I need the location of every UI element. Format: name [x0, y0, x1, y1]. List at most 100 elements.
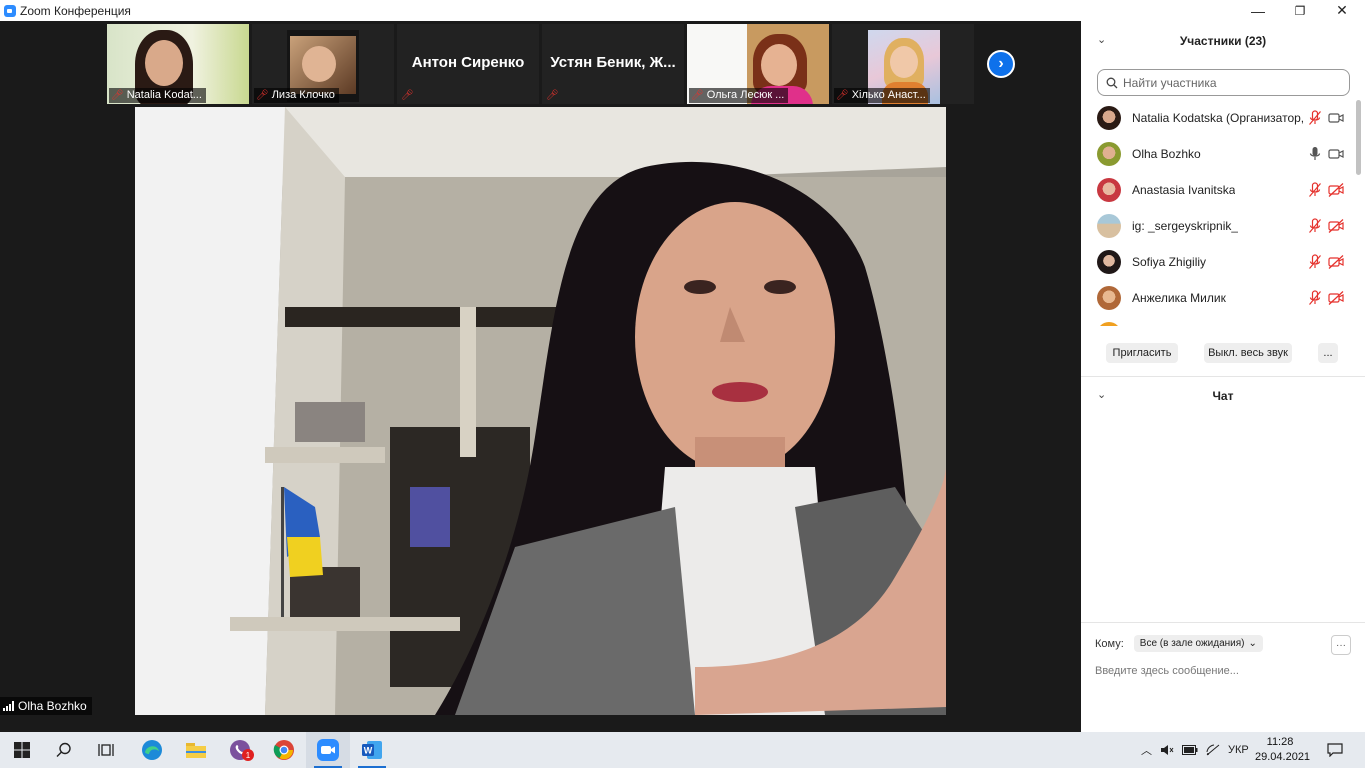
muted-mic-icon: 🎤︎ — [546, 90, 559, 101]
muted-mic-icon: 🎤︎ — [691, 90, 704, 101]
participant-thumbnail[interactable]: 🎤︎ Ольга Лесюк ... — [687, 24, 829, 104]
muted-mic-icon: 🎤︎ — [401, 90, 414, 101]
participant-row[interactable]: Анжелика Милик — [1081, 280, 1357, 316]
scrollbar-thumb[interactable] — [1356, 100, 1361, 175]
active-speaker-video — [135, 107, 946, 715]
avatar — [1097, 214, 1121, 238]
video-off-icon[interactable] — [1328, 182, 1344, 198]
more-options-button[interactable]: ... — [1318, 343, 1338, 363]
muted-mic-icon[interactable] — [1308, 218, 1322, 234]
chat-recipient-row: Кому: Все (в зале ожидания) ⌄ — [1095, 635, 1263, 652]
chat-recipient-select[interactable]: Все (в зале ожидания) ⌄ — [1133, 635, 1263, 652]
muted-mic-icon: 🎤︎ — [256, 90, 269, 101]
file-explorer-button[interactable] — [174, 732, 218, 768]
section-divider — [1081, 622, 1365, 623]
participant-search-input[interactable] — [1123, 75, 1338, 90]
chrome-app-button[interactable] — [262, 732, 306, 768]
thumbnail-name-label: 🎤︎ — [399, 88, 418, 103]
word-app-button[interactable]: W — [350, 732, 394, 768]
chevron-down-icon: ⌄ — [1248, 638, 1257, 649]
close-button[interactable]: ✕ — [1321, 0, 1363, 21]
mute-all-button[interactable]: Выкл. весь звук — [1204, 343, 1292, 363]
clock-date: 29.04.2021 — [1255, 751, 1311, 763]
taskbar: 1 W ︿ УКР 11:28 29.04.2021 — [0, 732, 1365, 768]
chat-header: ⌄ Чат — [1097, 389, 1234, 403]
minimize-button[interactable]: — — [1237, 0, 1279, 21]
chrome-browser-icon — [273, 740, 294, 760]
video-off-icon[interactable] — [1328, 218, 1344, 234]
system-tray: ︿ УКР — [1141, 732, 1249, 768]
participant-row[interactable] — [1081, 316, 1357, 326]
task-view-button[interactable] — [84, 732, 128, 768]
active-speaker-name-label: Olha Bozhko — [0, 697, 92, 715]
thumbnail-name-label: 🎤︎ Natalia Kodat... — [109, 88, 206, 103]
show-hidden-icons-chevron-icon[interactable]: ︿ — [1141, 742, 1152, 758]
avatar — [1097, 178, 1121, 202]
clock[interactable]: 11:28 29.04.2021 — [1255, 735, 1311, 765]
start-button[interactable] — [0, 732, 44, 768]
muted-mic-icon: 🎤︎ — [111, 90, 124, 101]
thumbnail-name-label: 🎤︎ — [544, 88, 563, 103]
participants-scrollbar[interactable] — [1356, 100, 1362, 326]
task-view-icon — [98, 744, 114, 756]
invite-button[interactable]: Пригласить — [1106, 343, 1178, 363]
window-title: Zoom Конференция — [20, 3, 131, 18]
folder-icon — [186, 743, 206, 758]
video-off-icon[interactable] — [1328, 290, 1344, 306]
avatar — [1097, 322, 1121, 326]
speaker-video-frame — [135, 107, 946, 715]
video-camera-icon[interactable] — [1328, 110, 1344, 126]
zoom-icon — [317, 739, 339, 761]
avatar — [1097, 106, 1121, 130]
participant-thumbnail[interactable]: 🎤︎ Хiлько Анаст... — [832, 24, 974, 104]
taskbar-search-button[interactable] — [42, 732, 86, 768]
mic-icon[interactable] — [1308, 146, 1322, 162]
input-language[interactable]: УКР — [1228, 744, 1249, 756]
participant-thumbnail[interactable]: Устян Беник, Ж... 🎤︎ — [542, 24, 684, 104]
muted-mic-icon: 🎤︎ — [836, 90, 849, 101]
chat-to-label: Кому: — [1095, 637, 1124, 650]
side-panel: ⌄ Участники (23) Natalia Kodatska (Орган… — [1081, 21, 1365, 732]
participant-thumbnail[interactable]: 🎤︎ Natalia Kodat... — [107, 24, 249, 104]
notifications-button[interactable] — [1315, 732, 1355, 768]
svg-text:W: W — [364, 746, 373, 756]
zoom-app-icon — [4, 4, 16, 17]
clock-time: 11:28 — [1266, 736, 1294, 748]
participant-row[interactable]: Anastasia Ivanitska — [1081, 172, 1357, 208]
participants-header: ⌄ Участники (23) — [1097, 34, 1267, 48]
word-icon: W — [362, 741, 382, 759]
participant-display-name: Антон Сиренко — [411, 54, 525, 71]
title-bar: Zoom Конференция — ❐ ✕ — [0, 0, 1365, 21]
participant-search — [1097, 69, 1350, 96]
muted-mic-icon[interactable] — [1308, 290, 1322, 306]
maximize-button[interactable]: ❐ — [1279, 0, 1321, 21]
participant-thumbnail[interactable]: Антон Сиренко 🎤︎ — [397, 24, 539, 104]
participant-display-name: Устян Беник, Ж... — [550, 54, 676, 71]
viber-app-button[interactable]: 1 — [218, 732, 262, 768]
battery-icon[interactable] — [1182, 745, 1198, 755]
search-icon — [1106, 77, 1118, 88]
participant-row[interactable]: Olha Bozhko — [1081, 136, 1357, 172]
participants-list: Natalia Kodatska (Организатор, я) Olha B… — [1081, 100, 1357, 326]
edge-app-button[interactable] — [130, 732, 174, 768]
windows-logo-icon — [14, 742, 30, 758]
chat-more-button[interactable]: ··· — [1331, 635, 1351, 655]
muted-mic-icon[interactable] — [1308, 182, 1322, 198]
search-icon — [56, 742, 71, 757]
avatar — [1097, 250, 1121, 274]
signal-strength-icon — [3, 701, 14, 711]
speaker-muted-icon[interactable] — [1160, 744, 1174, 756]
chat-message-input[interactable] — [1095, 661, 1351, 681]
video-off-icon[interactable] — [1328, 254, 1344, 270]
network-icon[interactable] — [1206, 744, 1220, 756]
edge-browser-icon — [142, 740, 162, 760]
participant-row[interactable]: Natalia Kodatska (Организатор, я) — [1081, 100, 1357, 136]
participant-row[interactable]: Sofiya Zhigiliy — [1081, 244, 1357, 280]
video-camera-icon[interactable] — [1328, 146, 1344, 162]
participant-thumbnail[interactable]: 🎤︎ Лиза Клочко — [252, 24, 394, 104]
muted-mic-icon[interactable] — [1308, 254, 1322, 270]
muted-mic-icon[interactable] — [1308, 110, 1322, 126]
next-page-button[interactable]: › — [987, 50, 1015, 78]
participant-row[interactable]: ig: _sergeyskripnik_ — [1081, 208, 1357, 244]
zoom-app-button[interactable] — [306, 732, 350, 768]
